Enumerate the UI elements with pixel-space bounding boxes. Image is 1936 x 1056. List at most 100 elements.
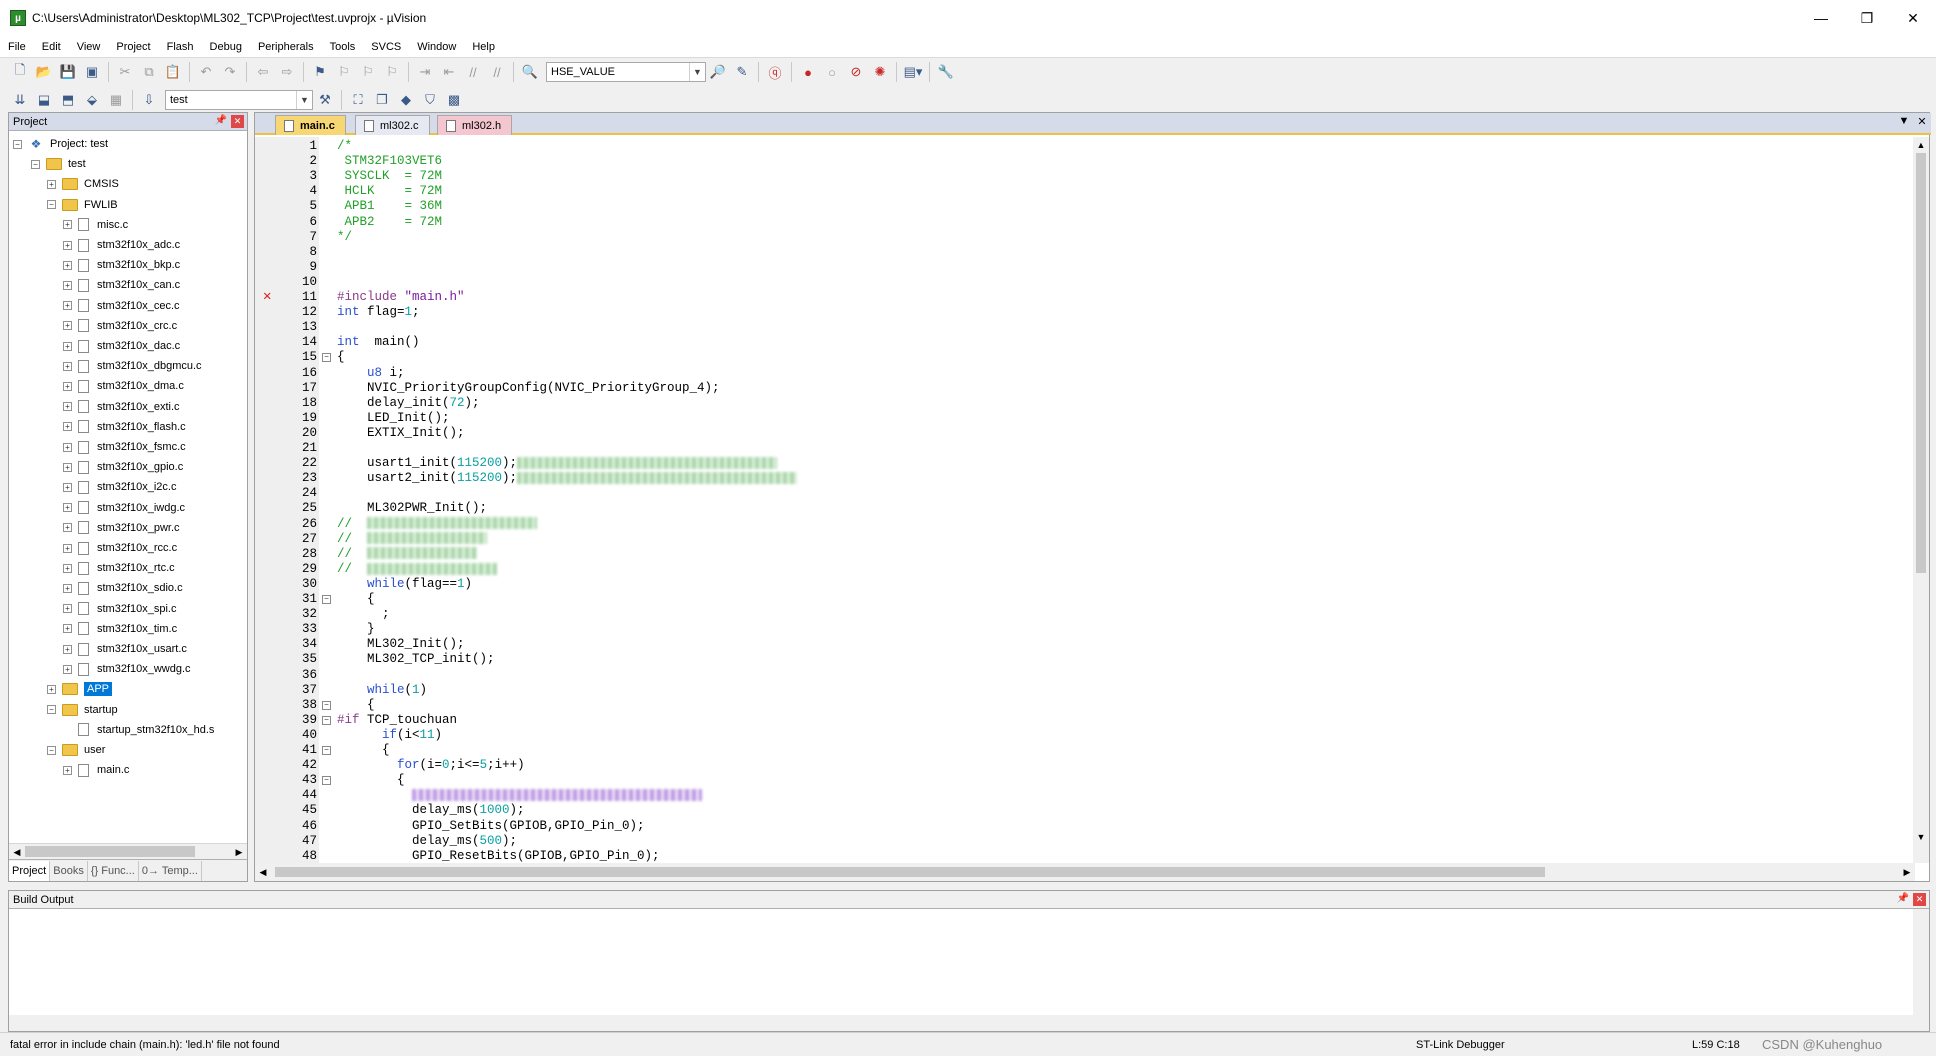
code-line[interactable]: 42 for(i=0;i<=5;i++)	[255, 758, 1915, 773]
download-icon[interactable]: ⇩	[138, 89, 160, 111]
uncomment-icon[interactable]: //	[486, 61, 508, 83]
menu-file[interactable]: File	[0, 41, 34, 53]
collapse-icon[interactable]: −	[13, 139, 22, 149]
code-line[interactable]: ✕ 11 #include "main.h"	[255, 290, 1915, 305]
expand-icon[interactable]: +	[63, 604, 72, 614]
code-line[interactable]: 24	[255, 486, 1915, 501]
clear-bookmarks-icon[interactable]: ⚐	[381, 61, 403, 83]
unindent-icon[interactable]: ⇤	[438, 61, 460, 83]
code-line[interactable]: 14 int main()	[255, 335, 1915, 350]
expand-icon[interactable]: +	[63, 422, 72, 432]
kill-breakpoints-icon[interactable]: ✺	[869, 61, 891, 83]
code-line[interactable]: 35 ML302_TCP_init();	[255, 652, 1915, 667]
chevron-down-icon[interactable]: ▼	[689, 63, 705, 81]
code-line[interactable]: 13	[255, 320, 1915, 335]
expand-icon[interactable]: +	[63, 301, 72, 311]
tree-folder-item[interactable]: − test	[31, 155, 86, 173]
menu-flash[interactable]: Flash	[159, 41, 202, 53]
expand-icon[interactable]: +	[63, 341, 72, 351]
tree-file-item[interactable]: startup_stm32f10x_hd.s	[63, 721, 214, 739]
expand-icon[interactable]: +	[63, 361, 72, 371]
code-line[interactable]: 2 STM32F103VET6	[255, 154, 1915, 169]
scroll-right-icon[interactable]: ▶	[231, 844, 247, 860]
code-line[interactable]: 36	[255, 668, 1915, 683]
minimize-button[interactable]: —	[1798, 0, 1844, 36]
expand-icon[interactable]: +	[63, 563, 72, 573]
code-line[interactable]: 3 SYSCLK = 72M	[255, 169, 1915, 184]
code-line[interactable]: 40 if(i<11)	[255, 728, 1915, 743]
fold-toggle-icon[interactable]: −	[322, 776, 331, 786]
code-line[interactable]: 26 //	[255, 517, 1915, 532]
code-line[interactable]: 48 GPIO_ResetBits(GPIOB,GPIO_Pin_0);	[255, 849, 1915, 863]
tree-file-item[interactable]: + stm32f10x_rcc.c	[63, 539, 177, 557]
scroll-down-icon[interactable]: ▼	[1913, 829, 1929, 845]
expand-icon[interactable]: +	[63, 321, 72, 331]
stop-build-icon[interactable]: ▦	[105, 89, 127, 111]
code-line[interactable]: 31− {	[255, 592, 1915, 607]
code-line[interactable]: 27 //	[255, 532, 1915, 547]
pin-icon[interactable]: 📌	[1897, 893, 1909, 904]
code-line[interactable]: 47 delay_ms(500);	[255, 834, 1915, 849]
fold-toggle-icon[interactable]: −	[322, 700, 331, 710]
code-line[interactable]: 21	[255, 441, 1915, 456]
expand-icon[interactable]: +	[47, 179, 56, 189]
code-line[interactable]: 12 int flag=1;	[255, 305, 1915, 320]
project-horizontal-scrollbar[interactable]: ◀ ▶	[9, 843, 247, 859]
build-output-vertical-scrollbar[interactable]	[1913, 909, 1929, 1015]
configure-icon[interactable]: 🔧	[935, 61, 957, 83]
expand-icon[interactable]: +	[63, 523, 72, 533]
tab-list-icon[interactable]: ▼	[1895, 115, 1913, 128]
close-panel-icon[interactable]: ✕	[1913, 893, 1926, 906]
debug-session-icon[interactable]: ⓠ	[764, 61, 786, 83]
tab-ml302-h[interactable]: ml302.h	[437, 115, 513, 135]
tree-file-item[interactable]: + stm32f10x_exti.c	[63, 398, 180, 416]
tree-file-item[interactable]: + stm32f10x_sdio.c	[63, 579, 183, 597]
fold-toggle-icon[interactable]: −	[322, 746, 331, 755]
code-line[interactable]: 22 usart1_init(115200);	[255, 456, 1915, 471]
new-file-icon[interactable]: 🗋	[9, 61, 31, 83]
code-line[interactable]: 32 ;	[255, 607, 1915, 622]
code-line[interactable]: 9	[255, 260, 1915, 275]
scroll-left-icon[interactable]: ◀	[255, 863, 271, 881]
tab-ml302-c[interactable]: ml302.c	[355, 115, 430, 135]
menu-view[interactable]: View	[69, 41, 109, 53]
menu-tools[interactable]: Tools	[322, 41, 364, 53]
expand-icon[interactable]: +	[63, 624, 72, 634]
code-line[interactable]: 44	[255, 788, 1915, 803]
code-line[interactable]: 30 while(flag==1)	[255, 577, 1915, 592]
expand-icon[interactable]: +	[63, 260, 72, 270]
expand-icon[interactable]: +	[63, 503, 72, 513]
find-in-files-icon[interactable]: 🔍	[519, 61, 541, 83]
tree-file-item[interactable]: + stm32f10x_can.c	[63, 276, 180, 294]
code-line[interactable]: 5 APB1 = 36M	[255, 199, 1915, 214]
disable-breakpoint-icon[interactable]: ○	[821, 61, 843, 83]
redo-icon[interactable]: ↷	[219, 61, 241, 83]
tree-file-item[interactable]: + stm32f10x_cec.c	[63, 297, 180, 315]
code-line[interactable]: 29 //	[255, 562, 1915, 577]
fold-toggle-icon[interactable]: −	[322, 595, 331, 604]
tree-project-item[interactable]: − ❖ Project: test	[13, 135, 108, 153]
batch-build-icon[interactable]: ⬙	[81, 89, 103, 111]
code-line[interactable]: 33 }	[255, 622, 1915, 637]
tree-file-item[interactable]: + stm32f10x_fsmc.c	[63, 438, 186, 456]
paste-icon[interactable]: 📋	[162, 61, 184, 83]
tree-file-item[interactable]: + stm32f10x_spi.c	[63, 600, 176, 618]
pack-installer-icon[interactable]: ▩	[443, 89, 465, 111]
tree-folder-item[interactable]: − user	[47, 741, 105, 759]
expand-icon[interactable]: +	[63, 482, 72, 492]
open-file-icon[interactable]: 📂	[33, 61, 55, 83]
tree-file-item[interactable]: + stm32f10x_adc.c	[63, 236, 180, 254]
close-panel-icon[interactable]: ✕	[231, 115, 244, 128]
code-line[interactable]: 34 ML302_Init();	[255, 637, 1915, 652]
menu-svcs[interactable]: SVCS	[363, 41, 409, 53]
expand-icon[interactable]: +	[63, 402, 72, 412]
menu-debug[interactable]: Debug	[202, 41, 250, 53]
find-combo[interactable]: HSE_VALUE ▼	[546, 62, 706, 82]
fold-toggle-icon[interactable]: −	[322, 715, 331, 725]
cut-icon[interactable]: ✂	[114, 61, 136, 83]
code-line[interactable]: 8	[255, 245, 1915, 260]
code-line[interactable]: 1 /*	[255, 139, 1915, 154]
expand-icon[interactable]: +	[63, 381, 72, 391]
breakpoint-icon[interactable]: ●	[797, 61, 819, 83]
bookmark-icon[interactable]: ⚑	[309, 61, 331, 83]
